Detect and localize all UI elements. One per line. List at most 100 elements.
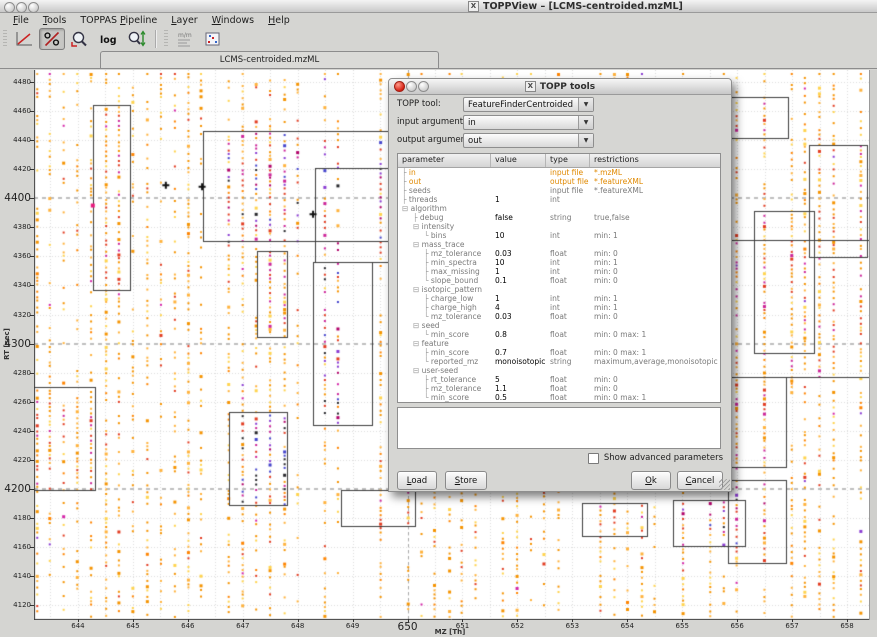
x-tick-label: 644	[60, 622, 96, 630]
x-tick-label: 658	[829, 622, 865, 630]
menu-item-windows[interactable]: Windows	[205, 14, 261, 27]
parameter-row-max_missing[interactable]: ├ max_missing1intmin: 0	[398, 267, 720, 276]
parameter-row-threads[interactable]: ├ threads1int	[398, 195, 720, 204]
resize-grip[interactable]	[719, 479, 730, 490]
menu-item-layer[interactable]: Layer	[164, 14, 205, 27]
zoom-reset-button[interactable]	[67, 28, 93, 50]
parameter-row-out[interactable]: ├ outoutput file*.featureXML	[398, 177, 720, 186]
ok-button[interactable]: Ok	[631, 471, 671, 490]
y-tick-label: 4180	[0, 514, 31, 522]
y-tick-label: 4460	[0, 107, 31, 115]
parameter-row-seed[interactable]: ⊟ seed	[398, 321, 720, 330]
x-tick-label: 654	[609, 622, 645, 630]
msms-precursor-button[interactable]: m/m	[172, 28, 198, 50]
input-argument-select[interactable]: in ▼	[463, 115, 594, 130]
parameter-row-debug[interactable]: ├ debugfalsestringtrue,false	[398, 213, 720, 222]
parameter-row-seeds[interactable]: ├ seedsinput file*.featureXML	[398, 186, 720, 195]
toolbar-drag-handle[interactable]	[3, 30, 7, 48]
1d-view-icon	[14, 30, 34, 48]
show-advanced-checkbox[interactable]	[588, 453, 599, 464]
x-tick-label: 655	[664, 622, 700, 630]
toolbar-drag-handle-2[interactable]	[164, 30, 168, 48]
x-axis-title: MZ [Th]	[420, 628, 480, 636]
y-tick-label: 4200	[0, 483, 31, 495]
parameter-row-user-seed[interactable]: ⊟ user-seed	[398, 366, 720, 375]
y-tick-label: 4440	[0, 136, 31, 144]
dialog-titlebar: X TOPP tools	[389, 79, 731, 95]
y-tick-label: 4160	[0, 543, 31, 551]
window-minimize-button[interactable]	[16, 2, 27, 13]
parameter-row-min_score[interactable]: └ min_score0.5floatmin: 0 max: 1	[398, 393, 720, 402]
parameter-row-mz_tolerance[interactable]: └ mz_tolerance0.03floatmin: 0	[398, 312, 720, 321]
svg-text:log: log	[100, 35, 117, 46]
store-button[interactable]: Store	[445, 471, 487, 490]
chevron-down-icon: ▼	[578, 98, 593, 111]
tab-bar: LCMS-centroided.mzML	[0, 50, 877, 69]
y-tick-label: 4380	[0, 223, 31, 231]
parameter-row-in[interactable]: ├ ininput file*.mzML	[398, 168, 720, 177]
y-tick-label: 4420	[0, 165, 31, 173]
parameter-row-min_score[interactable]: ├ min_score0.7floatmin: 0 max: 1	[398, 348, 720, 357]
tab-lcms-centroided[interactable]: LCMS-centroided.mzML	[100, 51, 439, 68]
parameter-row-bins[interactable]: └ bins10intmin: 1	[398, 231, 720, 240]
parameter-row-algorithm[interactable]: ⊟ algorithm	[398, 204, 720, 213]
x-tick-label: 648	[280, 622, 316, 630]
y-tick-label: 4220	[0, 456, 31, 464]
parameter-row-charge_low[interactable]: ├ charge_low1intmin: 1	[398, 294, 720, 303]
window-close-button[interactable]	[4, 2, 15, 13]
log-icon: log	[98, 30, 118, 48]
output-argument-label: output argument:	[397, 133, 472, 147]
percentage-intensity-button[interactable]	[39, 28, 65, 50]
x11-app-icon: X	[468, 1, 479, 12]
projections-button[interactable]	[200, 28, 226, 50]
parameter-row-charge_high[interactable]: ├ charge_high4intmin: 1	[398, 303, 720, 312]
parameter-table: parameter value type restrictions ├ inin…	[397, 153, 721, 403]
window-zoom-button[interactable]	[28, 2, 39, 13]
y-axis-title: RT [sec]	[3, 314, 11, 374]
x11-dialog-icon: X	[525, 81, 536, 92]
y-tick-label: 4400	[0, 192, 31, 204]
load-button[interactable]: Load	[397, 471, 437, 490]
magnifier-reset-icon	[70, 30, 90, 48]
input-argument-label: input argument:	[397, 115, 466, 129]
topp-tools-dialog: X TOPP tools TOPP tool: FeatureFinderCen…	[388, 78, 732, 492]
parameter-row-min_spectra[interactable]: ├ min_spectra10intmin: 1	[398, 258, 720, 267]
log-intensity-button[interactable]: log	[95, 28, 121, 50]
parameter-row-isotopic_pattern[interactable]: ⊟ isotopic_pattern	[398, 285, 720, 294]
1d-view-button[interactable]	[11, 28, 37, 50]
menu-item-help[interactable]: Help	[261, 14, 297, 27]
menu-item-tools[interactable]: Tools	[36, 14, 73, 27]
parameter-row-min_score[interactable]: └ min_score0.8floatmin: 0 max: 1	[398, 330, 720, 339]
x-tick-label: 646	[170, 622, 206, 630]
y-tick-label: 4360	[0, 252, 31, 260]
toolbar-separator	[155, 30, 156, 48]
window-titlebar: X TOPPView – [LCMS-centroided.mzML]	[0, 0, 877, 13]
x-tick-label: 656	[719, 622, 755, 630]
chevron-down-icon: ▼	[578, 116, 593, 129]
parameter-row-slope_bound[interactable]: └ slope_bound0.1floatmin: 0	[398, 276, 720, 285]
parameter-row-mz_tolerance[interactable]: ├ mz_tolerance1.1floatmin: 0	[398, 384, 720, 393]
vertical-scrollbar[interactable]	[869, 70, 877, 620]
menu-item-toppas-pipeline[interactable]: TOPPAS Pipeline	[73, 14, 164, 27]
magnifier-arrows-icon	[126, 30, 146, 48]
parameter-row-feature[interactable]: ⊟ feature	[398, 339, 720, 348]
output-argument-select[interactable]: out ▼	[463, 133, 594, 148]
parameter-row-mass_trace[interactable]: ⊟ mass_trace	[398, 240, 720, 249]
parameter-row-rt_tolerance[interactable]: ├ rt_tolerance5floatmin: 0	[398, 375, 720, 384]
projections-icon	[203, 30, 223, 48]
parameter-row-intensity[interactable]: ⊟ intensity	[398, 222, 720, 231]
percentage-icon	[42, 30, 62, 48]
topp-tool-select[interactable]: FeatureFinderCentroided ▼	[463, 97, 594, 112]
y-tick-label: 4240	[0, 427, 31, 435]
show-advanced-label: Show advanced parameters	[604, 453, 723, 463]
parameter-row-reported_mz[interactable]: └ reported_mzmonoisotopicstringmaximum,a…	[398, 357, 720, 366]
y-tick-label: 4140	[0, 572, 31, 580]
zoom-mode-button[interactable]	[123, 28, 149, 50]
dialog-title: X TOPP tools	[389, 80, 731, 93]
x-tick-label: 647	[225, 622, 261, 630]
x-tick-label: 653	[554, 622, 590, 630]
toolbar: log m/m	[0, 27, 877, 50]
menu-item-file[interactable]: File	[6, 14, 36, 27]
cancel-button[interactable]: Cancel	[677, 471, 723, 490]
parameter-row-mz_tolerance[interactable]: ├ mz_tolerance0.03floatmin: 0	[398, 249, 720, 258]
